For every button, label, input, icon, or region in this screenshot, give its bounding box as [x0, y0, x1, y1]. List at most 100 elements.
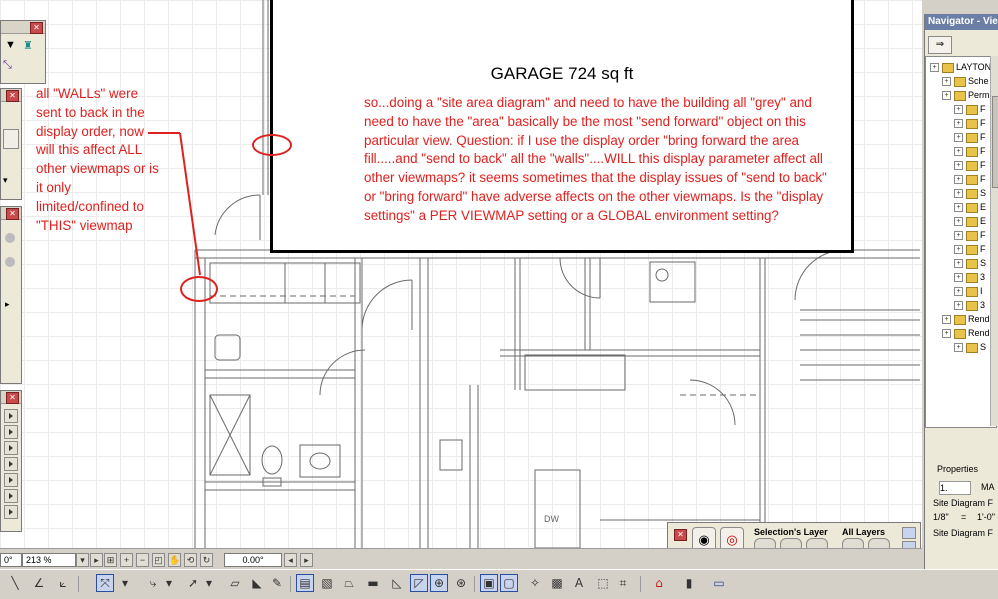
property-scale-left[interactable]: 1/8" — [933, 511, 949, 523]
arrow-menu-icon[interactable]: ▾ — [200, 574, 218, 592]
angle-left-field[interactable]: 0° — [0, 553, 22, 567]
expand-arrow-icon[interactable] — [4, 425, 18, 439]
navigator-scrollbar[interactable] — [990, 56, 998, 426]
expand-icon[interactable]: + — [954, 119, 963, 128]
close-icon[interactable]: ✕ — [30, 22, 43, 34]
pencil-tool-icon[interactable]: ✎ — [268, 574, 286, 592]
snap-menu-icon[interactable]: ▾ — [116, 574, 134, 592]
magic-wand-icon[interactable]: ✧ — [526, 574, 544, 592]
expand-icon[interactable]: + — [954, 189, 963, 198]
pen-icon[interactable]: ♜ — [23, 39, 33, 52]
lock-layer-icon[interactable]: ◎ — [720, 527, 744, 548]
tool-button[interactable] — [3, 129, 19, 149]
expand-icon[interactable]: + — [942, 315, 951, 324]
expand-arrow-icon[interactable] — [4, 457, 18, 471]
layer-tool-icon[interactable]: ▣ — [480, 574, 498, 592]
rotate-view-icon[interactable]: ↻ — [200, 553, 213, 567]
expand-icon[interactable]: + — [954, 161, 963, 170]
snap-tool-icon[interactable]: ⤧ — [96, 574, 114, 592]
radio-icon[interactable] — [5, 257, 15, 267]
home-icon[interactable]: ⌂ — [650, 574, 668, 592]
expand-arrow-icon[interactable] — [4, 473, 18, 487]
hatch-tool-icon[interactable]: ▤ — [296, 574, 314, 592]
angle-tool-icon[interactable]: ∠ — [30, 574, 48, 592]
expand-arrow-icon[interactable] — [4, 505, 18, 519]
expand-icon[interactable]: + — [942, 91, 951, 100]
zoom-out-icon[interactable]: − — [136, 553, 149, 567]
trace-tool-icon[interactable]: ◸ — [410, 574, 428, 592]
layer-palette[interactable]: ✕ ◉ ◎ Selection's Layer All Layers — [667, 522, 921, 548]
layer-combo-icon[interactable] — [902, 541, 916, 548]
zoom-area-icon[interactable]: ⊞ — [104, 553, 117, 567]
close-icon[interactable]: ✕ — [674, 529, 687, 541]
cursor-tool-icon[interactable]: ◣ — [248, 574, 266, 592]
expand-icon[interactable]: + — [954, 133, 963, 142]
pattern-tool-icon[interactable]: ▩ — [548, 574, 566, 592]
expand-icon[interactable]: + — [954, 105, 963, 114]
orbit-icon[interactable]: ⟲ — [184, 553, 197, 567]
grid-tool-icon[interactable]: ▱ — [226, 574, 244, 592]
lock-all-layers-button[interactable] — [868, 538, 890, 548]
reference-tool-icon[interactable]: ⊕ — [430, 574, 448, 592]
morph-tool-icon[interactable]: ⬚ — [594, 574, 612, 592]
expand-icon[interactable]: + — [954, 273, 963, 282]
toolbox-palette-4[interactable]: ✕ — [0, 390, 22, 532]
book-icon[interactable]: ▮ — [680, 574, 698, 592]
rotation-angle-field[interactable]: 0.00° — [224, 553, 282, 567]
expand-icon[interactable]: + — [954, 175, 963, 184]
expand-arrow-icon[interactable] — [4, 409, 18, 423]
close-icon[interactable]: ✕ — [6, 208, 19, 220]
zoom-field[interactable]: 213 % — [22, 553, 76, 567]
expand-icon[interactable]: + — [954, 245, 963, 254]
expand-icon[interactable]: + — [954, 301, 963, 310]
layer-settings-icon[interactable] — [902, 527, 916, 539]
next-view-icon[interactable]: ▸ — [90, 553, 103, 567]
expand-icon[interactable]: + — [954, 217, 963, 226]
expand-icon[interactable]: + — [954, 287, 963, 296]
lock-selection-layer-button[interactable] — [780, 538, 802, 548]
property-id-field[interactable]: 1. — [939, 481, 971, 495]
navigator-panel[interactable]: Navigator - Vie ⇒ + LAYTON + Sche + Perm + F + F +… — [924, 14, 998, 569]
arrow-icon[interactable]: ▸ — [5, 299, 10, 310]
rotate-tool-icon[interactable]: ⟀ — [54, 574, 72, 592]
close-icon[interactable]: ✕ — [6, 90, 19, 102]
fill-tool-icon[interactable]: ▧ — [318, 574, 336, 592]
expand-arrow-icon[interactable] — [4, 489, 18, 503]
expand-icon[interactable]: + — [942, 77, 951, 86]
marker-icon[interactable]: ▼ — [5, 39, 16, 51]
close-icon[interactable]: ✕ — [6, 392, 19, 404]
eye-layer-icon[interactable]: ◉ — [692, 527, 716, 548]
pan-icon[interactable]: ✋ — [168, 553, 181, 567]
roof-tool-icon[interactable]: ⏢ — [340, 574, 358, 592]
toolbox-palette-1[interactable]: ✕ ▼ ♜ ⤡ — [0, 20, 46, 84]
hide-selection-layer-button[interactable] — [754, 538, 776, 548]
expand-arrow-icon[interactable] — [4, 441, 18, 455]
expand-icon[interactable]: + — [954, 259, 963, 268]
dropdown-icon[interactable]: ▾ — [3, 175, 8, 186]
expand-icon[interactable]: + — [954, 203, 963, 212]
zoom-in-icon[interactable]: + — [120, 553, 133, 567]
property-scale-right[interactable]: 1'-0" — [977, 511, 995, 523]
navigator-view-icon[interactable]: ⇒ — [928, 36, 952, 54]
guide-menu-icon[interactable]: ▾ — [160, 574, 178, 592]
line-tool-icon[interactable]: ╲ — [6, 574, 24, 592]
frame-tool-icon[interactable]: ▢ — [500, 574, 518, 592]
expand-icon[interactable]: + — [942, 329, 951, 338]
text-tool-icon[interactable]: A — [570, 574, 588, 592]
shape-tool-icon[interactable]: ◺ — [388, 574, 406, 592]
radio-icon[interactable] — [5, 233, 15, 243]
toolbox-palette-2[interactable]: ✕ ▾ — [0, 88, 22, 200]
toolbox-palette-3[interactable]: ✕ ▸ — [0, 206, 22, 384]
mesh-tool-icon[interactable]: ⌗ — [614, 574, 632, 592]
connect-tool-icon[interactable]: ⊛ — [452, 574, 470, 592]
zoom-menu-icon[interactable]: ▾ — [76, 553, 89, 567]
property-name-field[interactable]: MA — [981, 481, 995, 493]
expand-icon[interactable]: + — [930, 63, 939, 72]
display-icon[interactable]: ▭ — [710, 574, 728, 592]
expand-icon[interactable]: + — [954, 231, 963, 240]
zoom-next-icon[interactable]: ▸ — [300, 553, 313, 567]
show-all-layers-button[interactable] — [842, 538, 864, 548]
wire-selection-layer-button[interactable] — [806, 538, 828, 548]
fit-window-icon[interactable]: ◰ — [152, 553, 165, 567]
drawing-canvas[interactable]: GARAGE 724 sq ft so...doing a "site area… — [0, 0, 922, 548]
